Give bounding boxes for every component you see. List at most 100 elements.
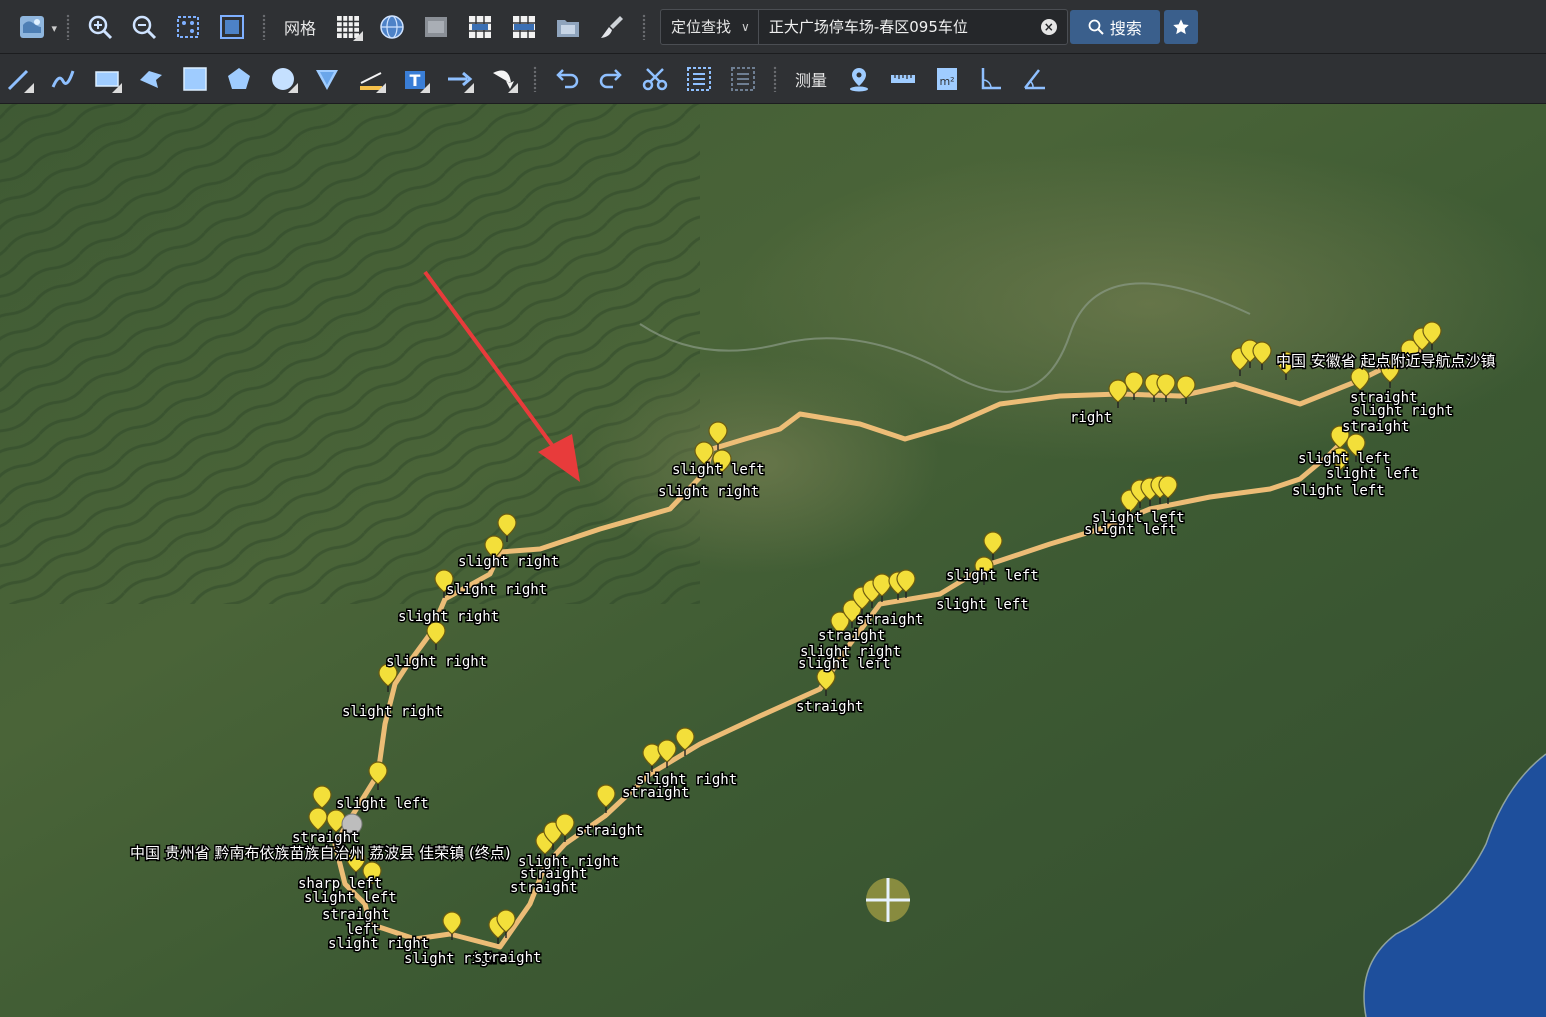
- map-view[interactable]: 中国 安徽省 起点附近导航点沙镇 中国 贵州省 黔南布依族苗族自治州 荔波县 佳…: [0, 104, 1546, 1017]
- toolbar-separator: [773, 65, 777, 92]
- turn-label: slight right: [800, 644, 901, 660]
- area-icon: m²: [937, 67, 958, 90]
- undo-icon: [556, 68, 579, 88]
- text-label-button[interactable]: T: [396, 60, 434, 98]
- full-extent-button[interactable]: [213, 8, 251, 46]
- draw-shield-button[interactable]: [308, 60, 346, 98]
- image-overlay-button[interactable]: [549, 8, 587, 46]
- brush-icon: [601, 15, 624, 38]
- point-measure-button[interactable]: [840, 60, 878, 98]
- distance-measure-button[interactable]: [884, 60, 922, 98]
- clear-search-icon[interactable]: ×: [1040, 18, 1057, 35]
- undo-button[interactable]: [548, 60, 586, 98]
- km-grid-icon: [425, 16, 448, 37]
- map-center-crosshair: [866, 878, 910, 922]
- location-search-bar: 定位查找 ∨ ×: [660, 8, 1068, 45]
- bearing-measure-button[interactable]: [1016, 60, 1054, 98]
- turn-label: slight right: [342, 704, 443, 720]
- turn-label: right: [1070, 410, 1112, 426]
- search-mode-dropdown[interactable]: 定位查找 ∨: [661, 9, 759, 44]
- zoom-out-icon: [132, 15, 157, 39]
- mgrs-grid-icon: [513, 15, 536, 38]
- clear-brush-button[interactable]: [593, 8, 631, 46]
- turn-label: slight left: [304, 890, 397, 906]
- nm-grid-button[interactable]: [461, 8, 499, 46]
- turn-label: straight: [1350, 390, 1417, 406]
- basemap-switch-button[interactable]: ▾: [9, 8, 57, 46]
- curve-draw-icon: [51, 70, 75, 88]
- draw-line-button[interactable]: [0, 60, 38, 98]
- shield-draw-icon: [316, 69, 338, 90]
- draw-arrow-button[interactable]: [440, 60, 478, 98]
- turn-label: slight right: [458, 554, 559, 570]
- grid-button[interactable]: [329, 8, 367, 46]
- pin-measure-icon: [850, 67, 869, 91]
- favorites-button[interactable]: [1163, 9, 1198, 44]
- arrow-draw-icon: [448, 71, 473, 86]
- turn-label: slight left: [336, 796, 429, 812]
- km-grid-button[interactable]: [417, 8, 455, 46]
- star-icon: [1173, 18, 1189, 34]
- mgrs-grid-button[interactable]: [505, 8, 543, 46]
- search-button-label: 搜索: [1109, 18, 1142, 38]
- search-button[interactable]: 搜索: [1069, 9, 1160, 44]
- distance-label-icon: [360, 71, 382, 90]
- grid-menu-label[interactable]: 网格: [274, 15, 326, 39]
- fit-extent-button[interactable]: [169, 8, 207, 46]
- draw-freehand-polygon-button[interactable]: [132, 60, 170, 98]
- turn-label: straight: [474, 950, 541, 966]
- turn-label: slight right: [636, 772, 737, 788]
- turn-label: slight left: [1292, 483, 1385, 499]
- curved-arrow-icon: [493, 70, 514, 89]
- turn-label: slight right: [328, 936, 429, 952]
- svg-text:m²: m²: [939, 75, 954, 88]
- measure-menu-label[interactable]: 测量: [785, 67, 837, 91]
- draw-toolbar: T 测量 m²: [0, 54, 1546, 104]
- draw-circle-button[interactable]: [264, 60, 302, 98]
- turn-label: slight right: [398, 609, 499, 625]
- toolbar-separator: [66, 13, 70, 40]
- map-canvas[interactable]: 中国 安徽省 起点附近导航点沙镇 中国 贵州省 黔南布依族苗族自治州 荔波县 佳…: [0, 104, 1546, 1017]
- draw-pentagon-button[interactable]: [220, 60, 258, 98]
- turn-label: slight right: [386, 654, 487, 670]
- route-start-label: 中国 安徽省 起点附近导航点沙镇: [1276, 352, 1496, 370]
- area-measure-button[interactable]: m²: [928, 60, 966, 98]
- turn-label: straight: [856, 612, 923, 628]
- draw-curve-button[interactable]: [44, 60, 82, 98]
- zoom-out-button[interactable]: [125, 8, 163, 46]
- draw-curved-arrow-button[interactable]: [484, 60, 522, 98]
- turn-label: slight right: [446, 582, 547, 598]
- turn-label: straight: [322, 907, 389, 923]
- lng-lat-grid-button[interactable]: [373, 8, 411, 46]
- turn-label: straight: [292, 830, 359, 846]
- fit-extent-icon: [177, 15, 199, 38]
- toolbar-separator: [262, 13, 266, 40]
- chevron-down-icon: ∨: [741, 19, 750, 34]
- full-extent-icon: [220, 14, 244, 39]
- turn-label: slight left: [1326, 466, 1419, 482]
- redo-icon: [599, 68, 622, 88]
- turn-label: slight left: [1092, 510, 1185, 526]
- deselect-button[interactable]: [724, 60, 762, 98]
- select-all-button[interactable]: [680, 60, 718, 98]
- turn-label: slight left: [936, 597, 1029, 613]
- zoom-in-button[interactable]: [81, 8, 119, 46]
- draw-square-button[interactable]: [176, 60, 214, 98]
- cut-button[interactable]: [636, 60, 674, 98]
- search-mode-label: 定位查找: [671, 18, 732, 36]
- turn-label: straight: [576, 823, 643, 839]
- search-input[interactable]: [758, 9, 1041, 44]
- turn-label: straight: [510, 880, 577, 896]
- turn-label: straight: [818, 628, 885, 644]
- turn-label: slight right: [658, 484, 759, 500]
- redo-button[interactable]: [592, 60, 630, 98]
- distance-label-button[interactable]: [352, 60, 390, 98]
- rectangle-draw-icon: [95, 70, 119, 87]
- toolbar-separator: [533, 65, 537, 92]
- angle-icon: [981, 67, 1002, 89]
- draw-rectangle-button[interactable]: [88, 60, 126, 98]
- image-overlay-icon: [557, 19, 580, 37]
- turn-label: slight left: [1298, 451, 1391, 467]
- angle-measure-button[interactable]: [972, 60, 1010, 98]
- globe-layers-icon: [20, 15, 44, 38]
